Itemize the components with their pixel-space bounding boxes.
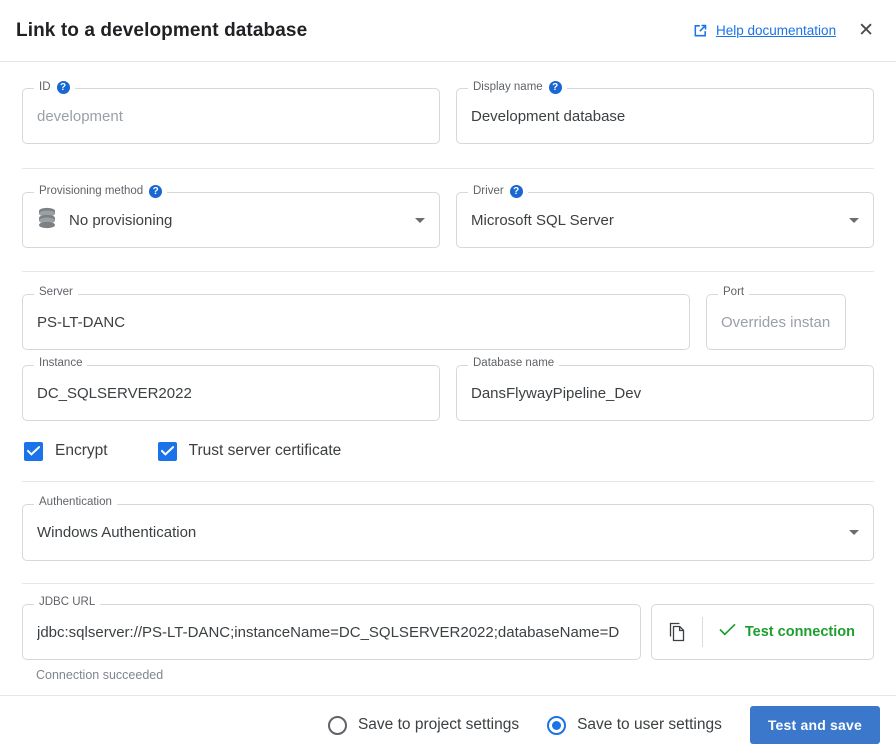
jdbc-url-legend: JDBC URL: [34, 596, 101, 609]
provisioning-method-value: No provisioning: [69, 211, 173, 229]
jdbc-url-label: JDBC URL: [39, 596, 96, 608]
check-icon: [719, 623, 736, 641]
driver-legend: Driver ?: [468, 185, 528, 198]
help-circle-icon[interactable]: ?: [548, 81, 562, 94]
checkbox-checked-icon[interactable]: [24, 441, 43, 461]
header-actions: Help documentation ✕: [692, 19, 878, 42]
server-field[interactable]: Server PS-LT-DANC: [22, 286, 690, 350]
database-name-legend: Database name: [468, 357, 560, 370]
row-provisioning: Provisioning method ? No provisioning Dr…: [22, 169, 874, 248]
checkbox-checked-icon[interactable]: [157, 441, 177, 461]
authentication-label: Authentication: [39, 496, 112, 508]
encrypt-label: Encrypt: [55, 442, 108, 459]
radio-selected-icon[interactable]: [547, 715, 567, 735]
server-input[interactable]: PS-LT-DANC: [37, 314, 125, 331]
row-identity: ID ? development Display name ? Developm…: [22, 62, 874, 144]
save-to-project-settings-label: Save to project settings: [357, 716, 520, 733]
save-to-project-settings-radio[interactable]: Save to project settings: [327, 715, 520, 735]
display-name-field[interactable]: Display name ? Development database: [456, 81, 874, 144]
link-development-database-dialog: Link to a development database Help docu…: [0, 0, 896, 754]
trust-server-certificate-label: Trust server certificate: [188, 442, 342, 459]
encrypt-checkbox[interactable]: Encrypt: [24, 441, 108, 461]
id-field[interactable]: ID ? development: [22, 81, 440, 144]
driver-value: Microsoft SQL Server: [471, 211, 614, 229]
instance-label: Instance: [39, 357, 83, 369]
authentication-select[interactable]: Authentication Windows Authentication: [22, 496, 874, 561]
database-name-input[interactable]: DansFlywayPipeline_Dev: [471, 385, 641, 402]
row-jdbc: JDBC URL jdbc:sqlserver://PS-LT-DANC;ins…: [22, 584, 874, 660]
driver-label: Driver: [473, 184, 504, 197]
test-and-save-button[interactable]: Test and save: [749, 706, 880, 744]
help-documentation-link[interactable]: Help documentation: [692, 22, 836, 39]
port-legend: Port: [718, 286, 750, 299]
save-to-user-settings-label: Save to user settings: [577, 716, 722, 733]
instance-field[interactable]: Instance DC_SQLSERVER2022: [22, 357, 440, 421]
test-connection-label: Test connection: [744, 624, 855, 640]
port-input[interactable]: Overrides instanc: [721, 314, 831, 331]
connection-status-message: Connection succeeded: [36, 668, 164, 682]
dialog-body: ID ? development Display name ? Developm…: [0, 62, 896, 695]
display-name-field-legend: Display name ?: [468, 81, 567, 94]
provisioning-method-label: Provisioning method: [39, 184, 144, 197]
test-connection-button[interactable]: Test connection: [703, 605, 873, 659]
port-field[interactable]: Port Overrides instanc: [706, 286, 846, 350]
authentication-value: Windows Authentication: [37, 524, 197, 541]
chevron-down-icon[interactable]: [849, 217, 859, 223]
row-checkboxes: Encrypt Trust server certificate: [22, 421, 874, 481]
help-circle-icon[interactable]: ?: [509, 185, 523, 198]
database-name-label: Database name: [473, 357, 555, 369]
database-stack-icon: [37, 207, 57, 234]
instance-legend: Instance: [34, 357, 88, 370]
server-label: Server: [39, 286, 73, 298]
dialog-header: Link to a development database Help docu…: [0, 0, 896, 62]
chevron-down-icon[interactable]: [415, 217, 425, 223]
row-instance: Instance DC_SQLSERVER2022 Database name …: [22, 350, 874, 421]
authentication-legend: Authentication: [34, 496, 117, 509]
chevron-down-icon[interactable]: [849, 530, 859, 535]
jdbc-url-input[interactable]: jdbc:sqlserver://PS-LT-DANC;instanceName…: [37, 624, 619, 641]
database-name-field[interactable]: Database name DansFlywayPipeline_Dev: [456, 357, 874, 421]
help-circle-icon[interactable]: ?: [149, 185, 163, 198]
provisioning-method-legend: Provisioning method ?: [34, 184, 168, 198]
copy-icon[interactable]: [652, 605, 702, 659]
help-circle-icon[interactable]: ?: [56, 81, 70, 94]
display-name-label: Display name: [473, 80, 543, 93]
server-legend: Server: [34, 286, 78, 299]
radio-unselected-icon[interactable]: [327, 715, 347, 735]
id-field-legend: ID ?: [34, 81, 75, 94]
jdbc-actions: Test connection: [650, 604, 874, 660]
close-icon[interactable]: ✕: [854, 19, 878, 42]
trust-server-certificate-checkbox[interactable]: Trust server certificate: [157, 441, 342, 461]
display-name-input[interactable]: Development database: [471, 108, 625, 125]
dialog-footer: Save to project settings Save to user se…: [0, 695, 896, 754]
help-documentation-label[interactable]: Help documentation: [716, 23, 836, 38]
id-label: ID: [39, 80, 51, 93]
instance-input[interactable]: DC_SQLSERVER2022: [37, 385, 192, 402]
driver-select[interactable]: Driver ? Microsoft SQL Server: [456, 185, 874, 248]
external-link-icon: [692, 22, 709, 39]
jdbc-url-field[interactable]: JDBC URL jdbc:sqlserver://PS-LT-DANC;ins…: [22, 596, 641, 660]
id-input[interactable]: development: [37, 108, 123, 125]
port-label: Port: [723, 286, 745, 298]
row-server: Server PS-LT-DANC Port Overrides instanc: [22, 272, 874, 350]
provisioning-method-select[interactable]: Provisioning method ? No provisioning: [22, 185, 440, 248]
row-authentication: Authentication Windows Authentication: [22, 482, 874, 561]
page-title: Link to a development database: [16, 19, 308, 41]
save-to-user-settings-radio[interactable]: Save to user settings: [547, 715, 722, 735]
